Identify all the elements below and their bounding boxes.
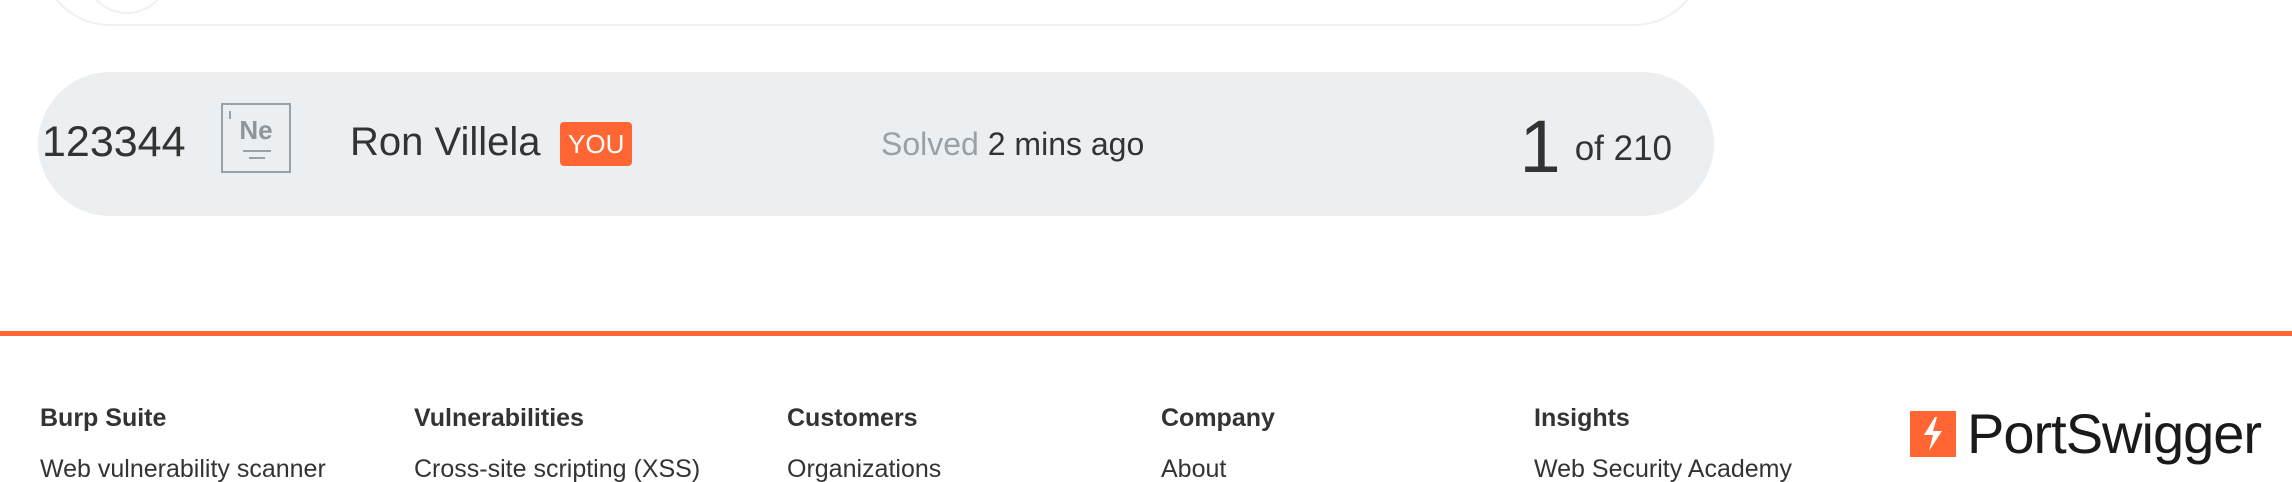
footer-column-customers: Customers Organizations (787, 404, 941, 482)
footer-heading: Insights (1534, 404, 1630, 432)
portswigger-logo-icon (1910, 411, 1956, 457)
logo-text: PortSwigger (1967, 402, 2262, 465)
solved-time: 2 mins ago (987, 126, 1145, 162)
user-name: Ron Villela (350, 120, 541, 164)
footer-column-insights: Insights Web Security Academy (1534, 404, 1792, 482)
footer-link[interactable]: About (1161, 455, 1275, 482)
footer-link[interactable]: Cross-site scripting (XSS) (414, 455, 700, 482)
footer-heading: Burp Suite (40, 404, 167, 432)
footer-heading: Vulnerabilities (414, 404, 584, 432)
page: 123344 Ne Ron Villela YOU Solved 2 mins … (0, 0, 2292, 482)
element-symbol: Ne (239, 115, 273, 145)
element-badge-icon: Ne (221, 103, 291, 173)
footer-link[interactable]: Organizations (787, 455, 941, 482)
footer-column-company: Company About (1161, 404, 1275, 482)
badge-line (243, 150, 271, 152)
leaderboard-row: 123344 Ne Ron Villela YOU Solved 2 mins … (38, 72, 1714, 216)
footer-column-burp-suite: Burp Suite Web vulnerability scanner (40, 404, 326, 482)
rank-total: of 210 (1574, 129, 1672, 168)
user-id: 123344 (42, 118, 186, 166)
footer-heading: Customers (787, 404, 918, 432)
solved-label: Solved (881, 126, 979, 162)
rank-position: 1 of 210 (1520, 104, 1672, 189)
solved-status: Solved 2 mins ago (881, 126, 1144, 163)
footer-divider (0, 331, 2292, 336)
badge-line (249, 157, 265, 159)
footer-link[interactable]: Web Security Academy (1534, 455, 1792, 482)
rank-number: 1 (1519, 105, 1561, 188)
footer-column-vulnerabilities: Vulnerabilities Cross-site scripting (XS… (414, 404, 700, 482)
you-badge: YOU (560, 122, 633, 166)
previous-row-avatar (84, 0, 170, 14)
footer-heading: Company (1161, 404, 1275, 432)
previous-leaderboard-row (40, 0, 1704, 26)
footer-link[interactable]: Web vulnerability scanner (40, 455, 326, 482)
